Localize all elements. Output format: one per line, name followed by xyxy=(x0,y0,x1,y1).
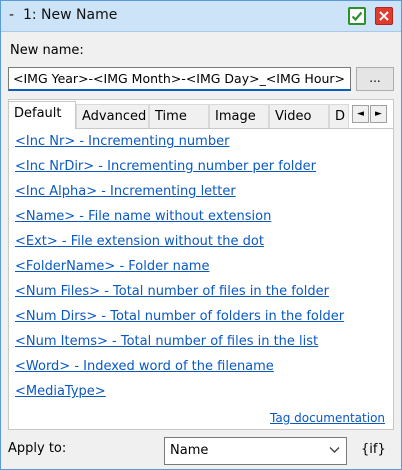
tag-link-mediatype[interactable]: <MediaType> xyxy=(15,381,385,406)
tag-link-num-dirs[interactable]: <Num Dirs> - Total number of folders in … xyxy=(15,306,385,331)
tag-link-foldername[interactable]: <FolderName> - Folder name xyxy=(15,256,385,281)
tab-d[interactable]: D xyxy=(329,104,349,128)
tab-image[interactable]: Image xyxy=(209,104,269,128)
browse-button[interactable]: ... xyxy=(356,67,394,91)
tab-default[interactable]: Default xyxy=(8,101,76,129)
apply-to-label: Apply to: xyxy=(8,441,67,456)
apply-to-value: Name xyxy=(170,443,209,458)
window-title: - 1: New Name xyxy=(9,7,118,23)
tag-link-num-items[interactable]: <Num Items> - Total number of files in t… xyxy=(15,331,385,356)
checkmark-icon xyxy=(351,11,363,22)
tab-scroll-right-icon[interactable]: ► xyxy=(370,105,387,123)
tab-time[interactable]: Time xyxy=(149,104,209,128)
if-condition-button[interactable]: {if} xyxy=(361,442,386,457)
tag-documentation-link[interactable]: Tag documentation xyxy=(270,411,385,425)
tab-advanced[interactable]: Advanced xyxy=(76,104,149,128)
tag-link-inc-alpha[interactable]: <Inc Alpha> - Incrementing letter xyxy=(15,181,385,206)
apply-to-select[interactable]: Name xyxy=(164,437,347,465)
tag-list: <Inc Nr> - Incrementing number <Inc NrDi… xyxy=(15,131,385,406)
tab-strip: Default Advanced Time Image Video D ◄ ► xyxy=(8,100,394,129)
close-icon xyxy=(379,11,389,21)
tag-link-word[interactable]: <Word> - Indexed word of the filename xyxy=(15,356,385,381)
tag-link-name[interactable]: <Name> - File name without extension xyxy=(15,206,385,231)
title-bar[interactable]: - 1: New Name xyxy=(1,1,401,32)
tag-link-inc-nrdir[interactable]: <Inc NrDir> - Incrementing number per fo… xyxy=(15,156,385,181)
tag-link-ext[interactable]: <Ext> - File extension without the dot xyxy=(15,231,385,256)
tab-video[interactable]: Video xyxy=(269,104,329,128)
tag-link-inc-nr[interactable]: <Inc Nr> - Incrementing number xyxy=(15,131,385,156)
chevron-down-icon xyxy=(329,447,340,453)
new-name-label: New name: xyxy=(10,43,84,58)
close-button[interactable] xyxy=(375,7,393,25)
accept-button[interactable] xyxy=(348,7,366,25)
tag-link-num-files[interactable]: <Num Files> - Total number of files in t… xyxy=(15,281,385,306)
tab-scroll-left-icon[interactable]: ◄ xyxy=(352,105,369,123)
new-name-input[interactable]: <IMG Year>-<IMG Month>-<IMG Day>_<IMG Ho… xyxy=(8,67,351,91)
